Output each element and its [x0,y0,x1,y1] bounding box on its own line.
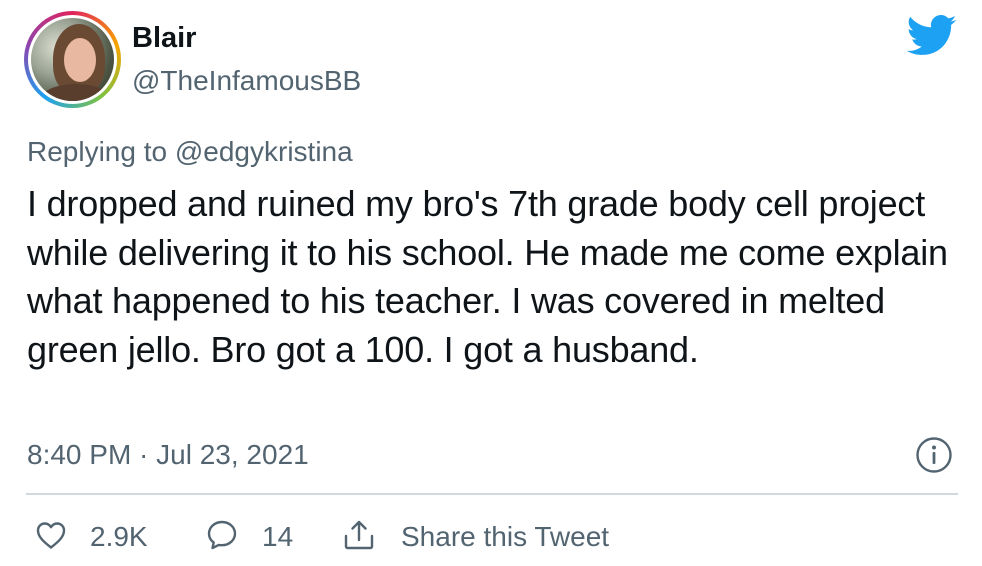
share-tweet-label[interactable]: Share this Tweet [401,520,609,554]
tweet-text: I dropped and ruined my bro's 7th grade … [27,183,948,370]
comment-bubble-icon[interactable] [205,518,239,552]
twitter-bird-icon[interactable] [906,15,958,57]
divider [26,493,958,495]
share-icon[interactable] [342,518,376,552]
avatar-ring [28,15,117,104]
avatar[interactable] [24,11,121,108]
like-count[interactable]: 2.9K [90,520,148,554]
reply-count[interactable]: 14 [262,520,293,554]
heart-icon[interactable] [34,518,68,552]
replying-to[interactable]: Replying to @edgykristina [27,135,353,169]
display-name[interactable]: Blair [132,21,196,55]
info-icon[interactable] [915,436,953,474]
action-bar: 2.9K 14 Share this Tweet [0,512,982,564]
user-handle[interactable]: @TheInfamousBB [132,64,361,98]
avatar-photo [31,18,114,101]
tweet-timestamp[interactable]: 8:40 PM · Jul 23, 2021 [27,438,309,472]
